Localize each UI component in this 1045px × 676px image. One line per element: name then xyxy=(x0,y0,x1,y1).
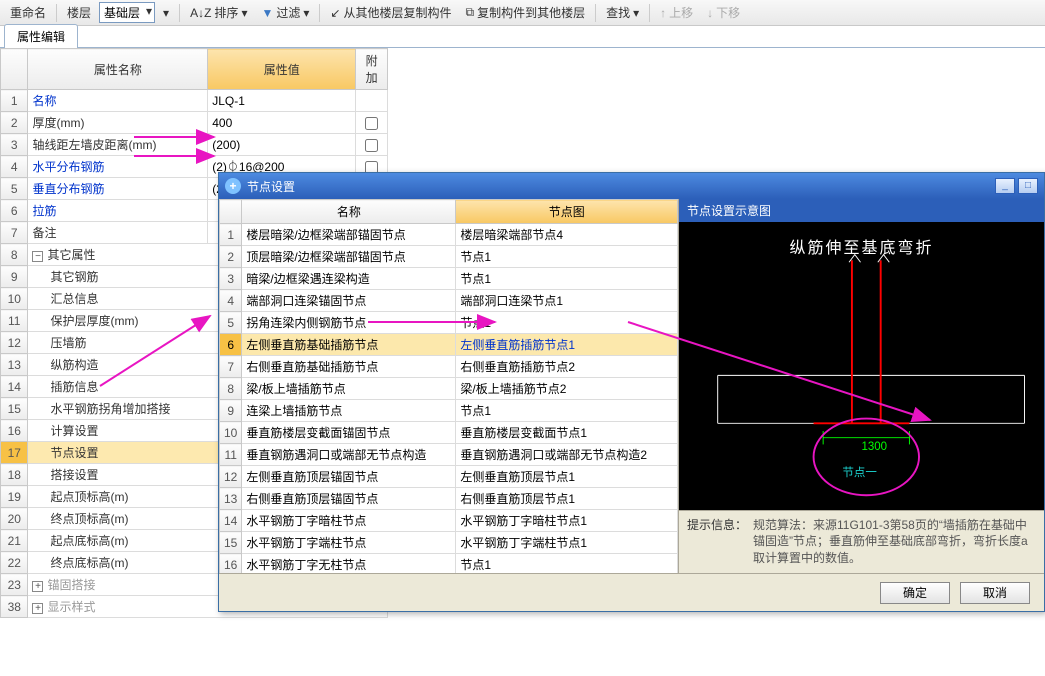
move-down-button: ↓ 下移 xyxy=(701,2,746,23)
node-row[interactable]: 6左侧垂直筋基础插筋节点左侧垂直筋插筋节点1 xyxy=(220,334,678,356)
minimize-button[interactable]: _ xyxy=(995,178,1015,194)
node-row[interactable]: 14水平钢筋丁字暗柱节点水平钢筋丁字暗柱节点1 xyxy=(220,510,678,532)
filter-button[interactable]: ▼ 过滤 ▾ xyxy=(255,2,315,23)
extra-checkbox[interactable] xyxy=(365,139,378,152)
node-list[interactable]: 名称 节点图 1楼层暗梁/边框梁端部锚固节点楼层暗梁端部节点42顶层暗梁/边框梁… xyxy=(219,199,679,573)
col-value: 属性值 xyxy=(208,49,356,90)
diagram-canvas: 纵筋伸至基底弯折 1300 xyxy=(679,222,1044,510)
diagram-header: 节点设置示意图 xyxy=(679,199,1044,222)
svg-text:1300: 1300 xyxy=(862,441,888,453)
prop-row[interactable]: 2厚度(mm)400 xyxy=(1,112,388,134)
col-name: 属性名称 xyxy=(28,49,208,90)
node-row[interactable]: 12左侧垂直筋顶层锚固节点左侧垂直筋顶层节点1 xyxy=(220,466,678,488)
ok-button[interactable]: 确定 xyxy=(880,582,950,604)
dialog-footer: 确定 取消 xyxy=(219,573,1044,611)
dialog-titlebar[interactable]: + 节点设置 _ □ xyxy=(219,173,1044,199)
move-up-button: ↑ 上移 xyxy=(654,2,699,23)
node-row[interactable]: 2顶层暗梁/边框梁端部锚固节点节点1 xyxy=(220,246,678,268)
node-row[interactable]: 3暗梁/边框梁遇连梁构造节点1 xyxy=(220,268,678,290)
cancel-button[interactable]: 取消 xyxy=(960,582,1030,604)
node-row[interactable]: 10垂直筋楼层变截面锚固节点垂直筋楼层变截面节点1 xyxy=(220,422,678,444)
hint-area: 提示信息： 规范算法：来源11G101-3第58页的“墙插筋在基础中锚固造”节点… xyxy=(679,510,1044,573)
dialog-title: 节点设置 xyxy=(247,178,295,195)
node-row[interactable]: 16水平钢筋丁字无柱节点节点1 xyxy=(220,554,678,574)
copy-to-icon: ⧉ xyxy=(465,5,474,20)
hint-label: 提示信息： xyxy=(687,517,747,567)
floor-select[interactable]: 基础层 xyxy=(99,2,155,23)
sort-icon: A↓Z xyxy=(190,6,211,20)
floor-more[interactable]: ▾ xyxy=(157,4,175,22)
col-node-map: 节点图 xyxy=(456,200,678,224)
find-button[interactable]: 查找 ▾ xyxy=(600,2,645,23)
node-row[interactable]: 1楼层暗梁/边框梁端部锚固节点楼层暗梁端部节点4 xyxy=(220,224,678,246)
sort-button[interactable]: A↓Z 排序 ▾ xyxy=(184,2,253,23)
node-row[interactable]: 15水平钢筋丁字端柱节点水平钢筋丁字端柱节点1 xyxy=(220,532,678,554)
dialog-icon: + xyxy=(225,178,241,194)
node-settings-dialog: + 节点设置 _ □ 名称 节点图 1楼层暗梁/边框梁端部锚固节点楼层暗梁端部节… xyxy=(218,172,1045,612)
extra-checkbox[interactable] xyxy=(365,117,378,130)
tab-properties[interactable]: 属性编辑 xyxy=(4,24,78,48)
node-row[interactable]: 13右侧垂直筋顶层锚固节点右侧垂直筋顶层节点1 xyxy=(220,488,678,510)
copy-to-button[interactable]: ⧉ 复制构件到其他楼层 xyxy=(459,2,591,23)
prop-row[interactable]: 1名称JLQ-1 xyxy=(1,90,388,112)
col-rownum xyxy=(1,49,28,90)
node-row[interactable]: 11垂直钢筋遇洞口或端部无节点构造垂直钢筋遇洞口或端部无节点构造2 xyxy=(220,444,678,466)
copy-from-button[interactable]: ↙ 从其他楼层复制构件 xyxy=(324,2,457,23)
node-row[interactable]: 8梁/板上墙插筋节点梁/板上墙插筋节点2 xyxy=(220,378,678,400)
toolbar: 重命名 楼层 基础层 ▾ A↓Z 排序 ▾ ▼ 过滤 ▾ ↙ 从其他楼层复制构件… xyxy=(0,0,1045,26)
diagram-svg: 1300 节点一 xyxy=(679,222,1044,510)
node-row[interactable]: 7右侧垂直筋基础插筋节点右侧垂直筋插筋节点2 xyxy=(220,356,678,378)
maximize-button[interactable]: □ xyxy=(1018,178,1038,194)
svg-text:节点一: 节点一 xyxy=(842,466,877,479)
hint-text: 规范算法：来源11G101-3第58页的“墙插筋在基础中锚固造”节点；垂直筋伸至… xyxy=(753,517,1036,567)
funnel-icon: ▼ xyxy=(261,6,273,20)
floor-label: 楼层 xyxy=(61,2,97,23)
diagram-title: 纵筋伸至基底弯折 xyxy=(679,234,1044,258)
tabbar: 属性编辑 xyxy=(0,26,1045,48)
node-row[interactable]: 4端部洞口连梁锚固节点端部洞口连梁节点1 xyxy=(220,290,678,312)
node-row[interactable]: 5拐角连梁内侧钢筋节点节点1 xyxy=(220,312,678,334)
node-row[interactable]: 9连梁上墙插筋节点节点1 xyxy=(220,400,678,422)
rename-button[interactable]: 重命名 xyxy=(4,2,52,23)
copy-from-icon: ↙ xyxy=(330,6,340,20)
prop-row[interactable]: 3轴线距左墙皮距离(mm)(200) xyxy=(1,134,388,156)
col-node-name: 名称 xyxy=(242,200,456,224)
col-extra: 附加 xyxy=(356,49,388,90)
